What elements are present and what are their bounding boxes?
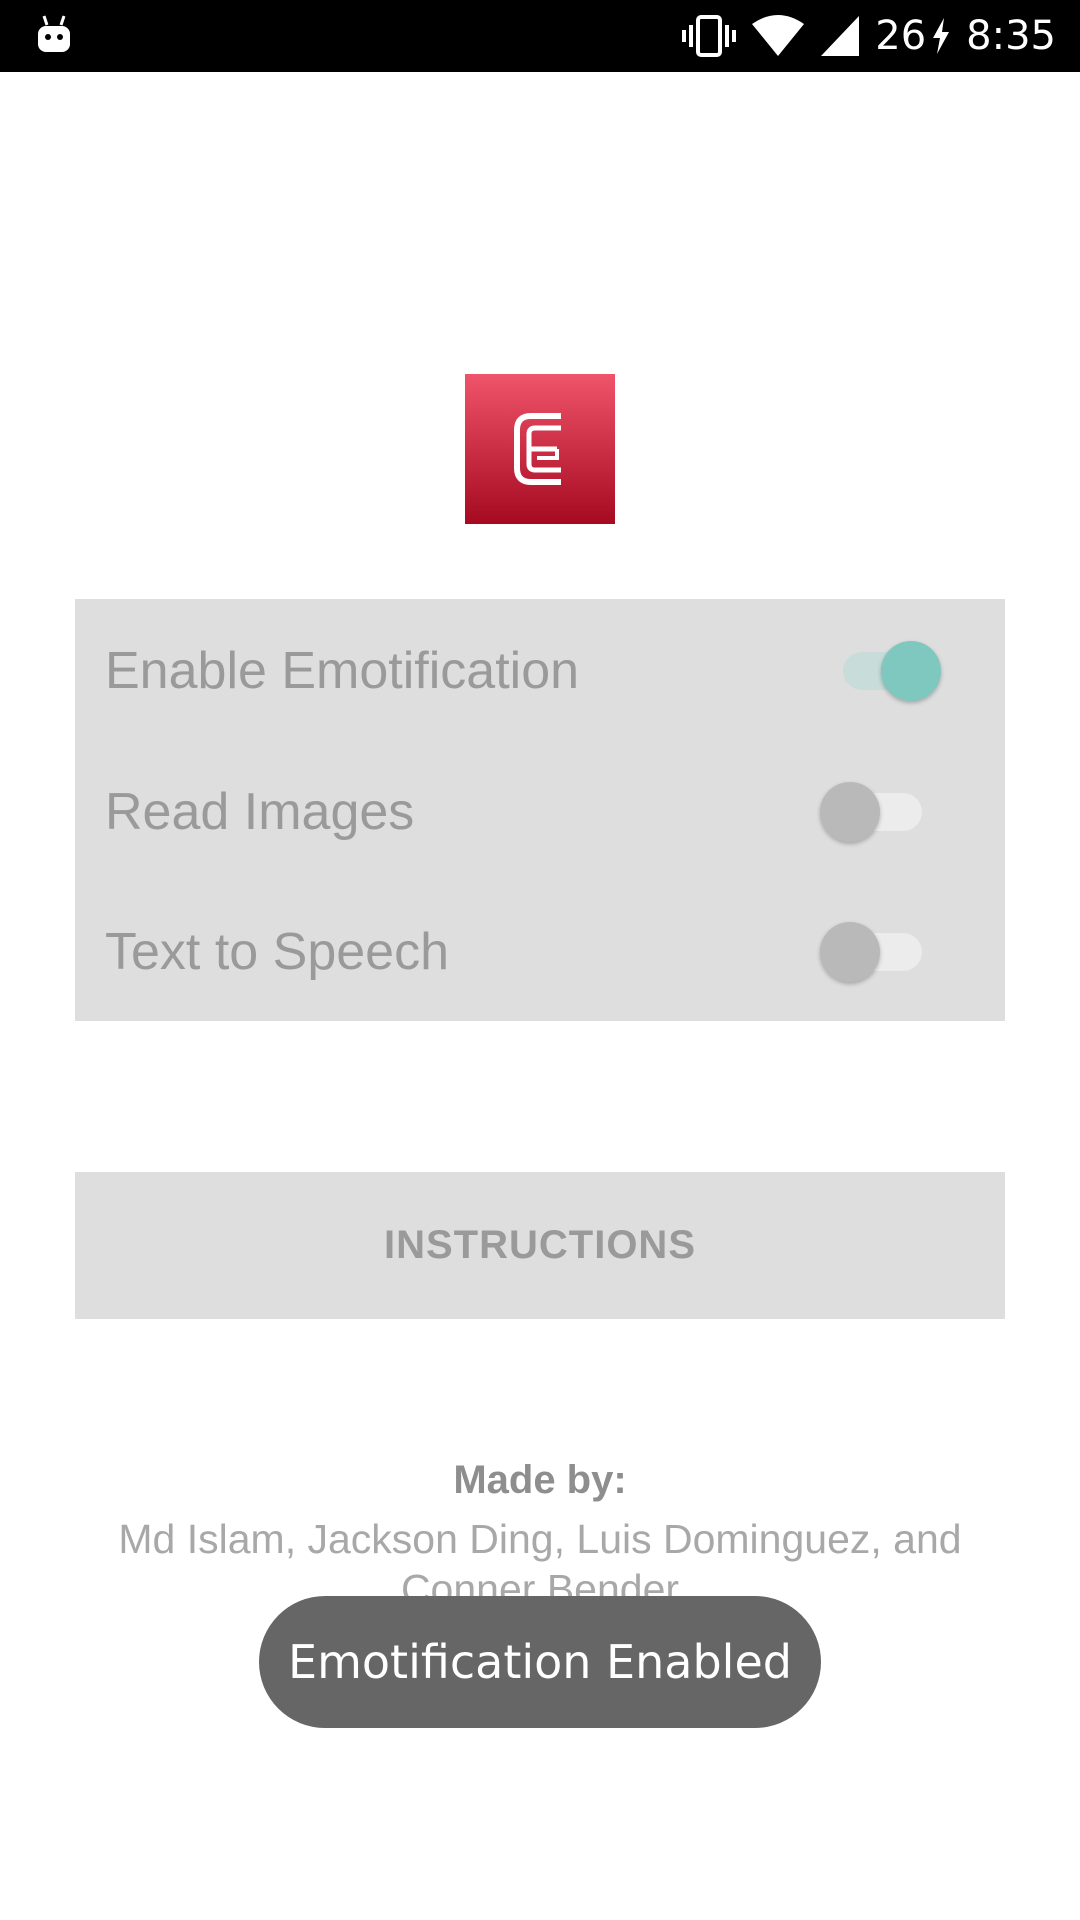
credits-title: Made by: <box>453 1458 627 1502</box>
settings-card: Enable Emotification Read Images Text to… <box>75 599 1005 1021</box>
vibrate-icon <box>681 14 737 58</box>
instructions-button-label: INSTRUCTIONS <box>384 1223 696 1267</box>
battery-level: 26 <box>875 13 927 59</box>
app-screen: 26 8:35 Enable Emotification Read Images… <box>0 0 1080 1920</box>
status-icons: 26 8:35 <box>681 0 1056 72</box>
setting-row-text-to-speech: Text to Speech <box>75 882 1005 1022</box>
setting-label-read-images: Read Images <box>105 783 415 841</box>
switch-thumb <box>820 782 880 842</box>
toast: Emotification Enabled <box>259 1596 821 1728</box>
status-bar: 26 8:35 <box>0 0 1080 72</box>
instructions-button[interactable]: INSTRUCTIONS <box>75 1172 1005 1319</box>
text-to-speech-switch[interactable] <box>820 882 922 1022</box>
setting-row-enable-emotification: Enable Emotification <box>75 601 1005 741</box>
enable-emotification-switch[interactable] <box>843 601 943 741</box>
switch-thumb <box>881 641 941 701</box>
read-images-switch[interactable] <box>820 742 922 882</box>
clock: 8:35 <box>966 13 1056 59</box>
setting-label-text-to-speech: Text to Speech <box>105 923 449 981</box>
switch-thumb <box>820 922 880 982</box>
wifi-icon <box>751 14 805 58</box>
toast-text: Emotification Enabled <box>288 1635 792 1689</box>
android-icon <box>34 12 74 56</box>
setting-row-read-images: Read Images <box>75 742 1005 882</box>
emotification-logo-icon <box>465 374 615 524</box>
setting-label-enable-emotification: Enable Emotification <box>105 642 580 700</box>
cellular-signal-icon <box>819 14 861 58</box>
charging-bolt-icon <box>930 16 952 56</box>
